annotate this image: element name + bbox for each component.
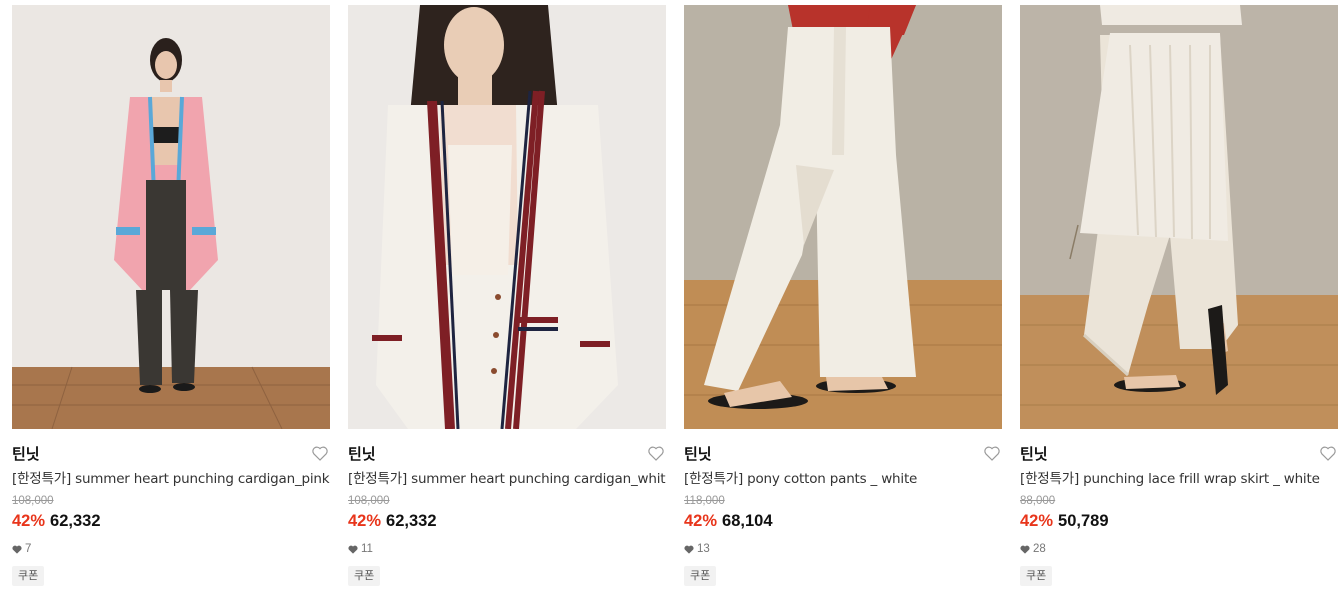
brand-row: 틴닛 xyxy=(348,443,666,465)
brand-name[interactable]: 틴닛 xyxy=(1020,445,1048,463)
original-price: 88,000 xyxy=(1020,495,1056,507)
coupon-badge: 쿠폰 xyxy=(684,566,717,586)
discount-rate: 42% xyxy=(12,512,46,530)
likes-value: 13 xyxy=(697,543,710,555)
coupon-badge: 쿠폰 xyxy=(12,566,45,586)
heart-outline-icon[interactable] xyxy=(1320,446,1336,461)
product-photo-wrap-skirt xyxy=(1020,5,1338,429)
heart-filled-icon xyxy=(12,545,22,554)
heart-outline-icon[interactable] xyxy=(648,446,664,461)
product-title[interactable]: [한정특가] summer heart punching cardigan_wh… xyxy=(348,470,666,488)
product-photo-pink-cardigan xyxy=(12,5,330,429)
likes-count: 11 xyxy=(348,542,666,556)
price-row: 42% 50,789 xyxy=(1020,510,1338,533)
sale-price: 62,332 xyxy=(50,512,101,530)
heart-outline-icon[interactable] xyxy=(312,446,328,461)
product-card[interactable]: 틴닛 [한정특가] pony cotton pants _ white 118,… xyxy=(684,5,1002,595)
product-card[interactable]: 틴닛 [한정특가] punching lace frill wrap skirt… xyxy=(1020,5,1338,595)
product-card[interactable]: 틴닛 [한정특가] summer heart punching cardigan… xyxy=(12,5,330,595)
product-title[interactable]: [한정특가] punching lace frill wrap skirt _ … xyxy=(1020,470,1338,488)
product-image[interactable] xyxy=(1020,5,1338,429)
product-image[interactable] xyxy=(12,5,330,429)
heart-filled-icon xyxy=(1020,545,1030,554)
discount-rate: 42% xyxy=(1020,512,1054,530)
original-price: 118,000 xyxy=(684,495,725,507)
price-row: 42% 62,332 xyxy=(12,510,330,533)
product-card[interactable]: 틴닛 [한정특가] summer heart punching cardigan… xyxy=(348,5,666,595)
brand-name[interactable]: 틴닛 xyxy=(684,445,712,463)
product-title[interactable]: [한정특가] summer heart punching cardigan_pi… xyxy=(12,470,330,488)
product-image[interactable] xyxy=(684,5,1002,429)
coupon-badge: 쿠폰 xyxy=(1020,566,1053,586)
likes-value: 7 xyxy=(25,543,32,555)
likes-count: 13 xyxy=(684,542,1002,556)
product-grid: 틴닛 [한정특가] summer heart punching cardigan… xyxy=(0,0,1342,597)
heart-outline-icon[interactable] xyxy=(984,446,1000,461)
product-image[interactable] xyxy=(348,5,666,429)
discount-rate: 42% xyxy=(684,512,718,530)
likes-value: 11 xyxy=(361,543,373,555)
sale-price: 50,789 xyxy=(1058,512,1109,530)
product-photo-cotton-pants xyxy=(684,5,1002,429)
price-row: 42% 68,104 xyxy=(684,510,1002,533)
discount-rate: 42% xyxy=(348,512,382,530)
brand-name[interactable]: 틴닛 xyxy=(12,445,40,463)
brand-name[interactable]: 틴닛 xyxy=(348,445,376,463)
likes-value: 28 xyxy=(1033,543,1046,555)
sale-price: 62,332 xyxy=(386,512,437,530)
product-photo-white-cardigan xyxy=(348,5,666,429)
heart-filled-icon xyxy=(684,545,694,554)
likes-count: 28 xyxy=(1020,542,1338,556)
likes-count: 7 xyxy=(12,542,330,556)
brand-row: 틴닛 xyxy=(1020,443,1338,465)
brand-row: 틴닛 xyxy=(684,443,1002,465)
product-title[interactable]: [한정특가] pony cotton pants _ white xyxy=(684,470,1002,488)
coupon-badge: 쿠폰 xyxy=(348,566,381,586)
original-price: 108,000 xyxy=(12,495,54,507)
original-price: 108,000 xyxy=(348,495,390,507)
price-row: 42% 62,332 xyxy=(348,510,666,533)
sale-price: 68,104 xyxy=(722,512,773,530)
brand-row: 틴닛 xyxy=(12,443,330,465)
heart-filled-icon xyxy=(348,545,358,554)
